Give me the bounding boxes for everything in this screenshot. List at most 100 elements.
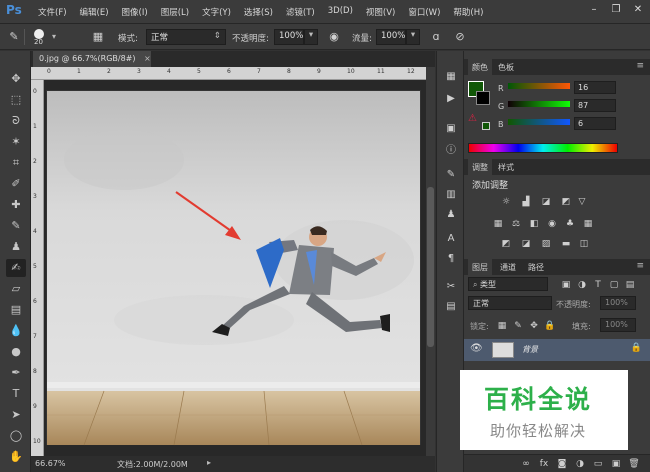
- flow-input[interactable]: 100%: [376, 29, 406, 45]
- close-icon[interactable]: ✕: [632, 4, 644, 16]
- black-white-icon[interactable]: ◧: [528, 219, 540, 229]
- delete-layer-icon[interactable]: 🗑: [628, 459, 640, 469]
- brush-tool-icon[interactable]: ✎: [6, 217, 26, 235]
- clone-source-icon[interactable]: ♟: [443, 207, 459, 223]
- tab-channels[interactable]: 通道: [496, 261, 520, 274]
- flow-dropdown-icon[interactable]: ▾: [406, 29, 420, 45]
- filter-pixel-icon[interactable]: ▣: [560, 280, 572, 290]
- menu-edit[interactable]: 编辑(E): [80, 6, 109, 18]
- layer-filter-select[interactable]: ⌕ 类型: [468, 277, 548, 291]
- brush-panel-icon[interactable]: ▦: [90, 29, 106, 45]
- blend-mode-select[interactable]: 正常: [468, 296, 552, 310]
- menu-3d[interactable]: 3D(D): [328, 6, 353, 18]
- brush-preset-icon[interactable]: ✎: [6, 29, 22, 45]
- layers-panel-menu-icon[interactable]: ≡: [636, 261, 644, 271]
- history-brush-tool-icon[interactable]: ✍: [6, 259, 26, 277]
- filter-type-icon[interactable]: T: [592, 280, 604, 290]
- eye-icon[interactable]: 👁: [470, 343, 483, 354]
- color-balance-icon[interactable]: ⚖: [510, 219, 522, 229]
- ellipse-tool-icon[interactable]: ◯: [6, 427, 26, 445]
- menu-view[interactable]: 视图(V): [366, 6, 395, 18]
- invert-icon[interactable]: ◩: [500, 239, 512, 249]
- threshold-icon[interactable]: ▨: [540, 239, 552, 249]
- gradient-tool-icon[interactable]: ▤: [6, 301, 26, 319]
- move-tool-icon[interactable]: ✥: [6, 70, 26, 88]
- vertical-scrollbar[interactable]: [426, 67, 435, 456]
- selective-color-icon[interactable]: ◫: [578, 239, 590, 249]
- brush-size-picker[interactable]: 20 ▾: [30, 29, 70, 46]
- actions-panel-icon[interactable]: ▶: [443, 91, 459, 107]
- color-lookup-icon[interactable]: ▦: [582, 219, 594, 229]
- menu-filter[interactable]: 滤镜(T): [286, 6, 315, 18]
- canvas-area[interactable]: [44, 80, 426, 456]
- tab-layers[interactable]: 图层: [468, 259, 492, 275]
- layer-style-icon[interactable]: fx: [538, 459, 550, 469]
- zoom-level[interactable]: 66.67%: [35, 459, 66, 468]
- new-layer-icon[interactable]: ▣: [610, 459, 622, 469]
- properties-panel-icon[interactable]: ▣: [443, 121, 459, 137]
- curves-icon[interactable]: ◪: [540, 197, 552, 207]
- opacity-dropdown-icon[interactable]: ▾: [304, 29, 318, 45]
- healing-brush-tool-icon[interactable]: ✚: [6, 196, 26, 214]
- posterize-icon[interactable]: ◪: [520, 239, 532, 249]
- channel-mixer-icon[interactable]: ♣: [564, 219, 576, 229]
- exposure-icon[interactable]: ◩: [560, 197, 572, 207]
- web-safe-swatch[interactable]: [482, 122, 490, 130]
- clone-stamp-tool-icon[interactable]: ♟: [6, 238, 26, 256]
- lasso-tool-icon[interactable]: ᘐ: [6, 112, 26, 130]
- blur-tool-icon[interactable]: 💧: [6, 322, 26, 340]
- b-input[interactable]: 6: [574, 117, 616, 130]
- layer-opacity-input[interactable]: 100%: [600, 296, 636, 310]
- document-tab[interactable]: 0.jpg @ 66.7%(RGB/8#) ×: [33, 51, 151, 67]
- gradient-map-icon[interactable]: ▬: [560, 239, 572, 249]
- brightness-contrast-icon[interactable]: ☼: [500, 197, 512, 207]
- new-adjustment-icon[interactable]: ◑: [574, 459, 586, 469]
- pen-tool-icon[interactable]: ✒: [6, 364, 26, 382]
- menu-image[interactable]: 图像(I): [122, 6, 148, 18]
- pressure-size-icon[interactable]: ⊘: [452, 29, 468, 45]
- mode-select[interactable]: 正常 ⇕: [146, 29, 226, 45]
- tool-presets-icon[interactable]: ✂: [443, 279, 459, 295]
- marquee-tool-icon[interactable]: ⬚: [6, 91, 26, 109]
- fill-input[interactable]: 100%: [600, 318, 636, 332]
- document-canvas[interactable]: [44, 80, 426, 456]
- menu-help[interactable]: 帮助(H): [453, 6, 483, 18]
- layer-row-background[interactable]: 👁 背景 🔒: [464, 339, 650, 361]
- magic-wand-tool-icon[interactable]: ✶: [6, 133, 26, 151]
- tab-styles[interactable]: 样式: [494, 161, 518, 174]
- color-spectrum-ramp[interactable]: [468, 143, 618, 153]
- g-input[interactable]: 87: [574, 99, 616, 112]
- lock-all-icon[interactable]: 🔒: [544, 321, 556, 331]
- g-slider[interactable]: [508, 101, 570, 107]
- lock-image-icon[interactable]: ✎: [512, 321, 524, 331]
- info-panel-icon[interactable]: ⓘ: [443, 143, 459, 159]
- levels-icon[interactable]: ▟: [520, 197, 532, 207]
- brush-panel-icon[interactable]: ✎: [443, 167, 459, 183]
- close-tab-icon[interactable]: ×: [144, 54, 151, 63]
- menu-file[interactable]: 文件(F): [38, 6, 67, 18]
- lock-position-icon[interactable]: ✥: [528, 321, 540, 331]
- paragraph-panel-icon[interactable]: ¶: [443, 251, 459, 267]
- pressure-opacity-icon[interactable]: ◉: [326, 29, 342, 45]
- menu-type[interactable]: 文字(Y): [202, 6, 231, 18]
- new-group-icon[interactable]: ▭: [592, 459, 604, 469]
- minimize-icon[interactable]: –: [588, 4, 600, 16]
- menu-layer[interactable]: 图层(L): [161, 6, 189, 18]
- restore-icon[interactable]: ❐: [610, 4, 622, 16]
- background-color-swatch[interactable]: [476, 91, 490, 105]
- lock-transparent-icon[interactable]: ▦: [496, 321, 508, 331]
- crop-tool-icon[interactable]: ⌗: [6, 154, 26, 172]
- eraser-tool-icon[interactable]: ▱: [6, 280, 26, 298]
- airbrush-icon[interactable]: ɑ: [428, 29, 444, 45]
- eyedropper-tool-icon[interactable]: ✐: [6, 175, 26, 193]
- path-selection-tool-icon[interactable]: ➤: [6, 406, 26, 424]
- filter-adjustment-icon[interactable]: ◑: [576, 280, 588, 290]
- type-tool-icon[interactable]: T: [6, 385, 26, 403]
- tab-adjustments[interactable]: 调整: [468, 159, 492, 175]
- character-panel-icon[interactable]: A: [443, 231, 459, 247]
- brush-presets-icon[interactable]: ▥: [443, 187, 459, 203]
- add-mask-icon[interactable]: ◙: [556, 459, 568, 469]
- layer-name[interactable]: 背景: [522, 344, 538, 355]
- panel-menu-icon[interactable]: ≡: [636, 61, 644, 71]
- link-layers-icon[interactable]: ∞: [520, 459, 532, 469]
